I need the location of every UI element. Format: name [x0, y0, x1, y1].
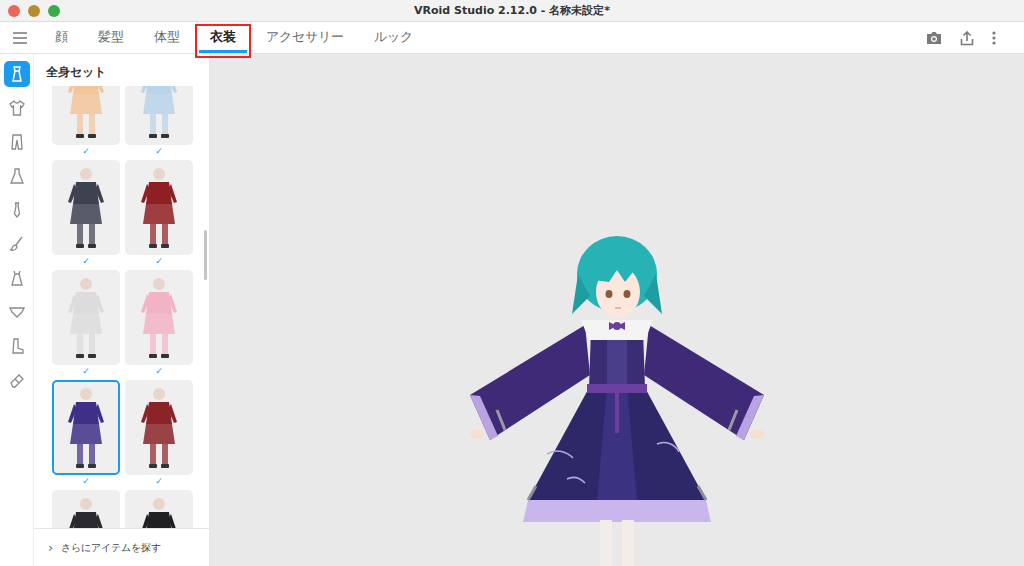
outfit-card[interactable] — [52, 490, 120, 528]
shirt-icon — [8, 99, 26, 117]
tab[interactable]: 体型 — [139, 24, 195, 58]
outfit-item[interactable]: ✓ — [125, 365, 193, 475]
hamburger-icon[interactable] — [12, 32, 28, 44]
tab-label: 衣装 — [210, 29, 236, 45]
outfit-thumbnail-icon — [56, 164, 116, 252]
tab-underline — [199, 50, 247, 53]
outfit-item[interactable]: ✓ — [125, 255, 193, 365]
tab[interactable]: 顔 — [40, 24, 83, 58]
outfit-card[interactable] — [52, 86, 120, 145]
close-button[interactable] — [8, 5, 20, 17]
category-button[interactable] — [4, 197, 30, 223]
category-button[interactable] — [4, 265, 30, 291]
fullset-icon — [8, 65, 26, 83]
eraser-icon — [8, 371, 26, 389]
panel-title: 全身セット — [46, 65, 209, 79]
outfit-item[interactable] — [52, 86, 120, 145]
item-panel: 全身セット ✓ ✓ ✓ ✓ ✓ ✓ ✓ ✓ › さらにアイテムを探す — [34, 54, 210, 566]
window-title: VRoid Studio 2.12.0 - 名称未設定* — [0, 0, 1024, 22]
tab-label: 体型 — [154, 29, 180, 45]
category-button[interactable] — [4, 231, 30, 257]
tie-icon — [8, 201, 26, 219]
category-button[interactable] — [4, 95, 30, 121]
check-mark: ✓ — [125, 365, 193, 377]
category-rail — [0, 54, 34, 566]
item-grid: ✓ ✓ ✓ ✓ ✓ ✓ ✓ ✓ — [52, 86, 209, 528]
category-button[interactable] — [4, 129, 30, 155]
outfit-item[interactable]: ✓ — [125, 475, 193, 528]
outfit-thumbnail-icon — [56, 86, 116, 142]
check-mark: ✓ — [52, 365, 120, 377]
tab[interactable]: ルック — [359, 24, 428, 58]
outfit-card[interactable] — [52, 160, 120, 255]
avatar-model-icon[interactable] — [457, 234, 777, 566]
outfit-card[interactable] — [52, 380, 120, 475]
tab[interactable]: アクセサリー — [251, 24, 359, 58]
outfit-card[interactable] — [125, 380, 193, 475]
zoom-button[interactable] — [48, 5, 60, 17]
category-button[interactable] — [4, 333, 30, 359]
outfit-thumbnail-icon — [129, 494, 189, 529]
dress-icon — [8, 167, 26, 185]
tab-label: 髪型 — [98, 29, 124, 45]
outfit-item[interactable]: ✓ — [52, 365, 120, 475]
window-controls — [0, 5, 60, 17]
tab[interactable]: 髪型 — [83, 24, 139, 58]
outfit-thumbnail-icon — [56, 274, 116, 362]
check-mark: ✓ — [52, 475, 120, 487]
underwear-icon — [8, 303, 26, 321]
title-bar: VRoid Studio 2.12.0 - 名称未設定* — [0, 0, 1024, 22]
main-area: 全身セット ✓ ✓ ✓ ✓ ✓ ✓ ✓ ✓ › さらにアイテムを探す — [0, 54, 1024, 566]
outfit-card[interactable] — [125, 270, 193, 365]
category-button[interactable] — [4, 61, 30, 87]
scrollbar-thumb[interactable] — [204, 230, 207, 280]
check-mark: ✓ — [52, 145, 120, 157]
tab-label: アクセサリー — [266, 29, 344, 45]
item-list[interactable]: ✓ ✓ ✓ ✓ ✓ ✓ ✓ ✓ — [34, 86, 209, 528]
model-viewport[interactable] — [210, 54, 1024, 566]
outfit-card[interactable] — [125, 490, 193, 528]
onepiece-icon — [8, 269, 26, 287]
pants-icon — [8, 133, 26, 151]
tab[interactable]: 衣装 — [195, 24, 251, 58]
category-button[interactable] — [4, 163, 30, 189]
panel-header: 全身セット — [34, 54, 209, 86]
outfit-thumbnail-icon — [129, 164, 189, 252]
tab-label: 顔 — [55, 29, 68, 45]
check-mark: ✓ — [125, 145, 193, 157]
check-mark: ✓ — [52, 255, 120, 267]
tab-bar: 顔 髪型 体型 衣装 アクセサリー ルック — [0, 22, 1024, 54]
outfit-item[interactable]: ✓ — [52, 145, 120, 255]
outfit-thumbnail-icon — [56, 384, 116, 472]
camera-icon[interactable] — [926, 31, 942, 45]
outfit-card[interactable] — [52, 270, 120, 365]
minimize-button[interactable] — [28, 5, 40, 17]
outfit-card[interactable] — [125, 86, 193, 145]
outfit-thumbnail-icon — [56, 494, 116, 529]
outfit-thumbnail-icon — [129, 274, 189, 362]
more-items-link[interactable]: › さらにアイテムを探す — [34, 528, 209, 566]
outfit-item[interactable]: ✓ — [125, 145, 193, 255]
outfit-card[interactable] — [125, 160, 193, 255]
outfit-item[interactable]: ✓ — [52, 475, 120, 528]
outfit-item[interactable]: ✓ — [52, 255, 120, 365]
toolbar-actions — [926, 22, 1024, 54]
outfit-item[interactable] — [125, 86, 193, 145]
chevron-icon: › — [48, 541, 53, 555]
check-mark: ✓ — [125, 475, 193, 487]
brush-icon — [8, 235, 26, 253]
category-button[interactable] — [4, 299, 30, 325]
menu-button[interactable] — [0, 22, 40, 54]
outfit-thumbnail-icon — [129, 384, 189, 472]
more-items-label: さらにアイテムを探す — [61, 541, 161, 555]
boots-icon — [8, 337, 26, 355]
tab-label: ルック — [374, 29, 413, 45]
export-icon[interactable] — [960, 31, 974, 46]
more-icon[interactable] — [992, 31, 996, 45]
outfit-thumbnail-icon — [129, 86, 189, 142]
check-mark: ✓ — [125, 255, 193, 267]
category-button[interactable] — [4, 367, 30, 393]
